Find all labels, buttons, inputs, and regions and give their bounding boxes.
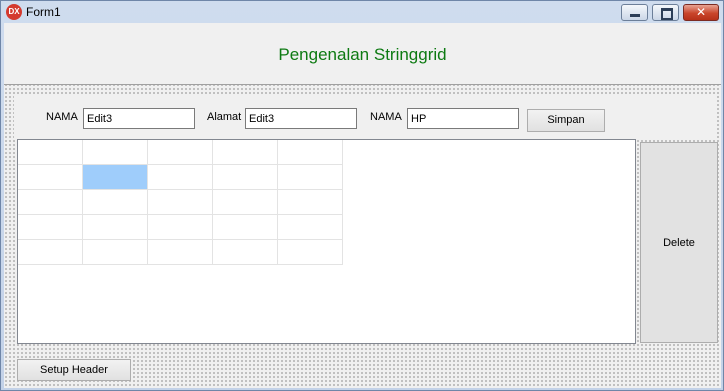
grid-cell[interactable] [83,240,148,265]
alamat-label: Alamat [207,111,242,123]
maximize-icon [661,8,673,20]
grid-cell[interactable] [148,215,213,240]
header-panel: Pengenalan Stringgrid [4,23,721,85]
grid-cell[interactable] [213,240,278,265]
grid-cell[interactable] [213,140,278,165]
grid-cell[interactable] [278,140,343,165]
grid-cell[interactable] [83,190,148,215]
grid-cell[interactable] [213,190,278,215]
setup-header-button[interactable]: Setup Header [17,359,131,381]
grid-cell[interactable] [278,165,343,190]
grid-cell[interactable] [278,215,343,240]
grid-cell[interactable] [148,190,213,215]
grid-cell[interactable] [83,140,148,165]
simpan-button[interactable]: Simpan [527,109,605,132]
minimize-button[interactable] [621,4,648,21]
nama-hp-label: NAMA [370,111,402,123]
grid-cell[interactable] [18,165,83,190]
page-title: Pengenalan Stringgrid [278,45,447,64]
form1-window: DX Form1 ✕ Pengenalan Stringgrid NAMA Al… [0,0,724,391]
title-bar[interactable]: DX Form1 ✕ [1,1,723,23]
close-button[interactable]: ✕ [683,4,719,21]
grid-cell[interactable] [18,140,83,165]
string-grid[interactable] [17,139,636,344]
nama-input[interactable] [83,108,195,129]
maximize-button[interactable] [652,4,679,21]
close-icon: ✕ [695,5,707,19]
delete-button[interactable]: Delete [640,142,718,343]
hp-input[interactable] [407,108,519,129]
grid-cell[interactable] [278,190,343,215]
window-title: Form1 [26,5,61,19]
grid-cell[interactable] [83,165,148,190]
form-client-area: Pengenalan Stringgrid NAMA Alamat NAMA S… [4,23,721,388]
grid-cell[interactable] [278,240,343,265]
grid-cell[interactable] [18,240,83,265]
grid-cell[interactable] [18,190,83,215]
input-panel: NAMA Alamat NAMA Simpan [14,95,717,139]
grid-cell[interactable] [148,240,213,265]
nama-label: NAMA [46,111,78,123]
minimize-icon [630,14,640,17]
app-icon: DX [6,4,22,20]
grid-cell[interactable] [18,215,83,240]
grid-cell[interactable] [213,215,278,240]
grid-cell[interactable] [148,165,213,190]
grid-cell[interactable] [213,165,278,190]
grid-cell[interactable] [148,140,213,165]
alamat-input[interactable] [245,108,357,129]
grid-cell[interactable] [83,215,148,240]
